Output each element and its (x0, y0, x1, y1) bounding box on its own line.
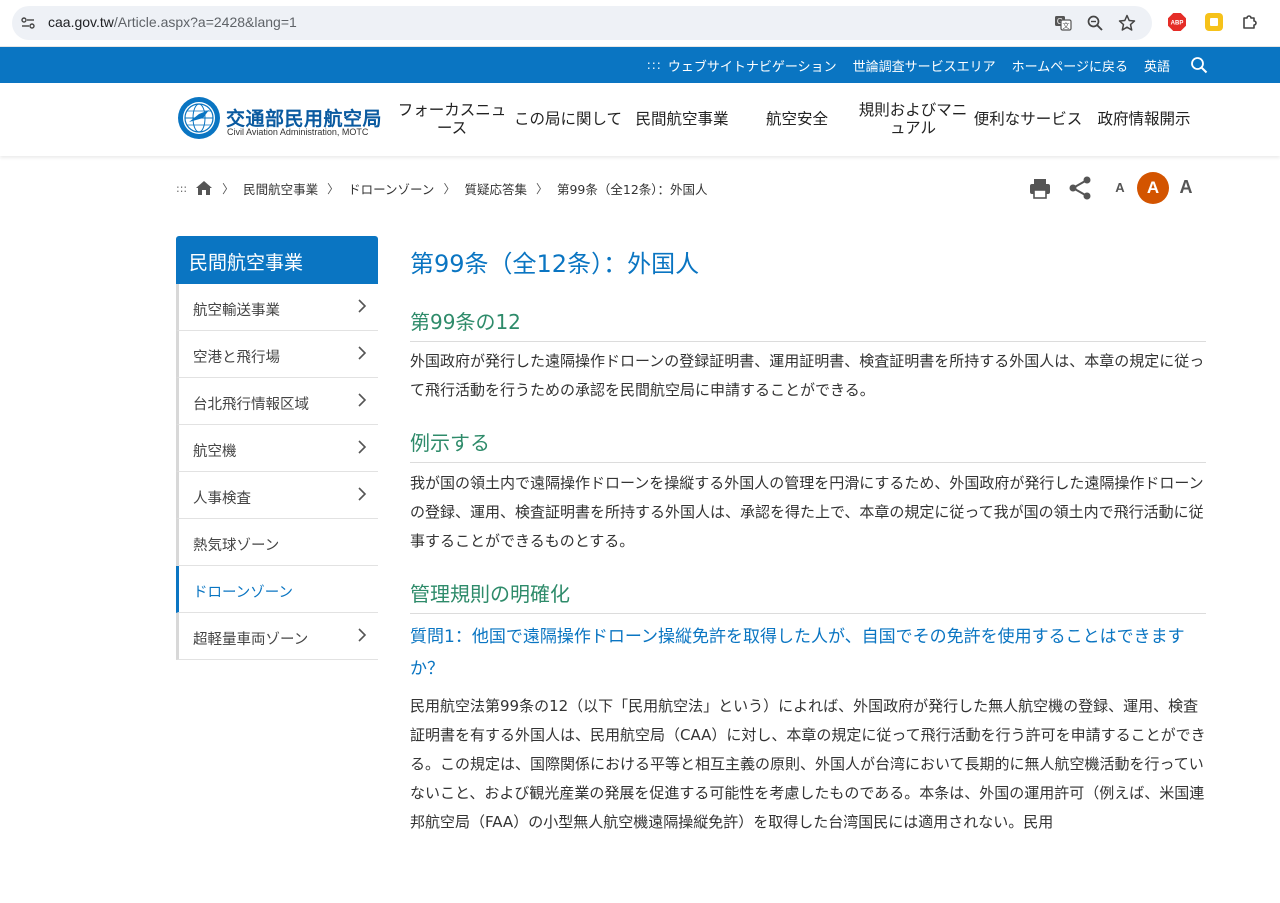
nav-about[interactable]: この局に関して (512, 110, 624, 128)
question-title: 質問1：他国で遠隔操作ドローン操縦免許を取得した人が、自国でその免許を使用するこ… (410, 627, 1185, 679)
breadcrumb: ::: 〉 民間航空事業 〉 ドローンゾーン 〉 質疑応答集 〉 第99条（全1… (176, 178, 708, 198)
zoom-icon[interactable] (1086, 14, 1104, 32)
chevron-right-icon (358, 440, 367, 454)
sidebar-item-taipei-fir[interactable]: 台北飛行情報区域 (176, 378, 378, 425)
sitemap-link[interactable]: ウェブサイトナビゲーション (668, 56, 837, 75)
chevron-right-icon: 〉 (535, 181, 548, 196)
breadcrumb-current: 第99条（全12条）：外国人 (556, 181, 708, 197)
abp-label: ABP (1171, 21, 1184, 27)
page-title: 第99条（全12条）：外国人 (410, 250, 700, 278)
sidebar-item-ultralight[interactable]: 超軽量車両ゾーン (176, 613, 378, 660)
chevron-right-icon (358, 299, 367, 313)
sidebar-item-label: 空港と飛行場 (193, 350, 280, 366)
section-heading: 第99条の12 (410, 306, 1206, 342)
font-size-medium-button[interactable]: A (1137, 172, 1169, 204)
section-paragraph: 外国政府が発行した遠隔操作ドローンの登録証明書、運用証明書、検査証明書を所持する… (410, 352, 1205, 399)
nav-focus-news[interactable]: フォーカスニュ ース (396, 101, 508, 137)
nav-regulations[interactable]: 規則およびマニ ュアル (856, 101, 970, 137)
chevron-right-icon: 〉 (222, 181, 235, 196)
breadcrumb-item[interactable]: ドローンゾーン (348, 179, 434, 198)
survey-link[interactable]: 世論調査サービスエリア (853, 56, 996, 75)
utility-bar: ::: ウェブサイトナビゲーション 世論調査サービスエリア ホームページに戻る … (0, 47, 1280, 83)
breadcrumb-dots: ::: (176, 181, 188, 195)
sidebar-item-label: ドローンゾーン (193, 585, 294, 601)
nav-aviation-safety[interactable]: 航空安全 (760, 110, 834, 128)
sidebar-item-aircraft[interactable]: 航空機 (176, 425, 378, 472)
url-host: caa.gov.tw (48, 14, 114, 30)
sidebar-item-label: 航空機 (193, 444, 237, 460)
site-info-icon[interactable] (20, 15, 36, 31)
sidebar-item-air-transport[interactable]: 航空輸送事業 (176, 284, 378, 331)
chevron-right-icon: 〉 (327, 181, 340, 196)
answer-paragraph: 民用航空法第99条の12（以下「民用航空法」という）によれば、外国政府が発行した… (410, 697, 1206, 831)
nav-civil-aviation[interactable]: 民間航空事業 (632, 110, 732, 128)
font-size-large-button[interactable]: A (1176, 177, 1196, 198)
adblock-plus-icon[interactable]: ABP (1168, 13, 1186, 31)
search-icon[interactable] (1190, 56, 1208, 74)
address-bar[interactable]: caa.gov.tw/Article.aspx?a=2428&lang=1 G … (12, 6, 1152, 40)
sidebar-item-airports[interactable]: 空港と飛行場 (176, 331, 378, 378)
sidebar-item-hot-air-balloon[interactable]: 熱気球ゾーン (176, 519, 378, 566)
breadcrumb-item[interactable]: 民間航空事業 (243, 179, 318, 198)
sidebar-item-label: 超軽量車両ゾーン (193, 632, 309, 648)
svg-text:文: 文 (1063, 21, 1070, 30)
print-icon[interactable] (1028, 172, 1052, 204)
home-link[interactable]: ホームページに戻る (1012, 56, 1128, 75)
english-link[interactable]: 英語 (1144, 56, 1170, 75)
chevron-right-icon (358, 393, 367, 407)
sidebar-item-drone-zone[interactable]: ドローンゾーン (176, 566, 378, 613)
section-heading: 例示する (410, 427, 1206, 463)
font-size-small-button[interactable]: A (1112, 180, 1128, 195)
nav-services[interactable]: 便利なサービス (972, 110, 1084, 128)
translate-icon[interactable]: G 文 (1054, 14, 1072, 32)
sidebar-item-label: 台北飛行情報区域 (193, 397, 309, 413)
sidebar-item-label: 人事検査 (193, 491, 251, 507)
extensions-puzzle-icon[interactable] (1241, 13, 1259, 31)
browser-toolbar: caa.gov.tw/Article.aspx?a=2428&lang=1 G … (0, 0, 1280, 47)
logo-subtitle: Civil Aviation Administration, MOTC (227, 127, 369, 137)
chevron-right-icon (358, 346, 367, 360)
notes-extension-icon[interactable] (1205, 13, 1223, 31)
bookmark-star-icon[interactable] (1118, 14, 1136, 32)
url-text[interactable]: caa.gov.tw/Article.aspx?a=2428&lang=1 (48, 14, 297, 30)
site-header: 交通部民用航空局 Civil Aviation Administration, … (0, 83, 1280, 156)
sidebar-item-personnel[interactable]: 人事検査 (176, 472, 378, 519)
share-icon[interactable] (1068, 172, 1092, 204)
chevron-right-icon (358, 628, 367, 642)
chevron-right-icon (358, 487, 367, 501)
sidebar-title: 民間航空事業 (176, 236, 378, 284)
sidebar-item-label: 熱気球ゾーン (193, 538, 280, 554)
chevron-right-icon: 〉 (443, 181, 456, 196)
section-heading: 管理規則の明確化 (410, 578, 1206, 614)
accesskey-dots: ::: (646, 58, 662, 72)
url-path: /Article.aspx?a=2428&lang=1 (113, 14, 297, 30)
breadcrumb-item[interactable]: 質疑応答集 (464, 179, 527, 198)
nav-gov-info[interactable]: 政府情報開示 (1094, 110, 1194, 128)
caa-logo-emblem-icon[interactable] (177, 96, 221, 140)
utility-links: ::: ウェブサイトナビゲーション 世論調査サービスエリア ホームページに戻る … (647, 47, 1170, 83)
section-paragraph: 我が国の領土内で遠隔操作ドローンを操縦する外国人の管理を円滑にするため、外国政府… (410, 474, 1204, 550)
sidebar-item-label: 航空輸送事業 (193, 303, 280, 319)
home-icon[interactable] (195, 180, 213, 196)
